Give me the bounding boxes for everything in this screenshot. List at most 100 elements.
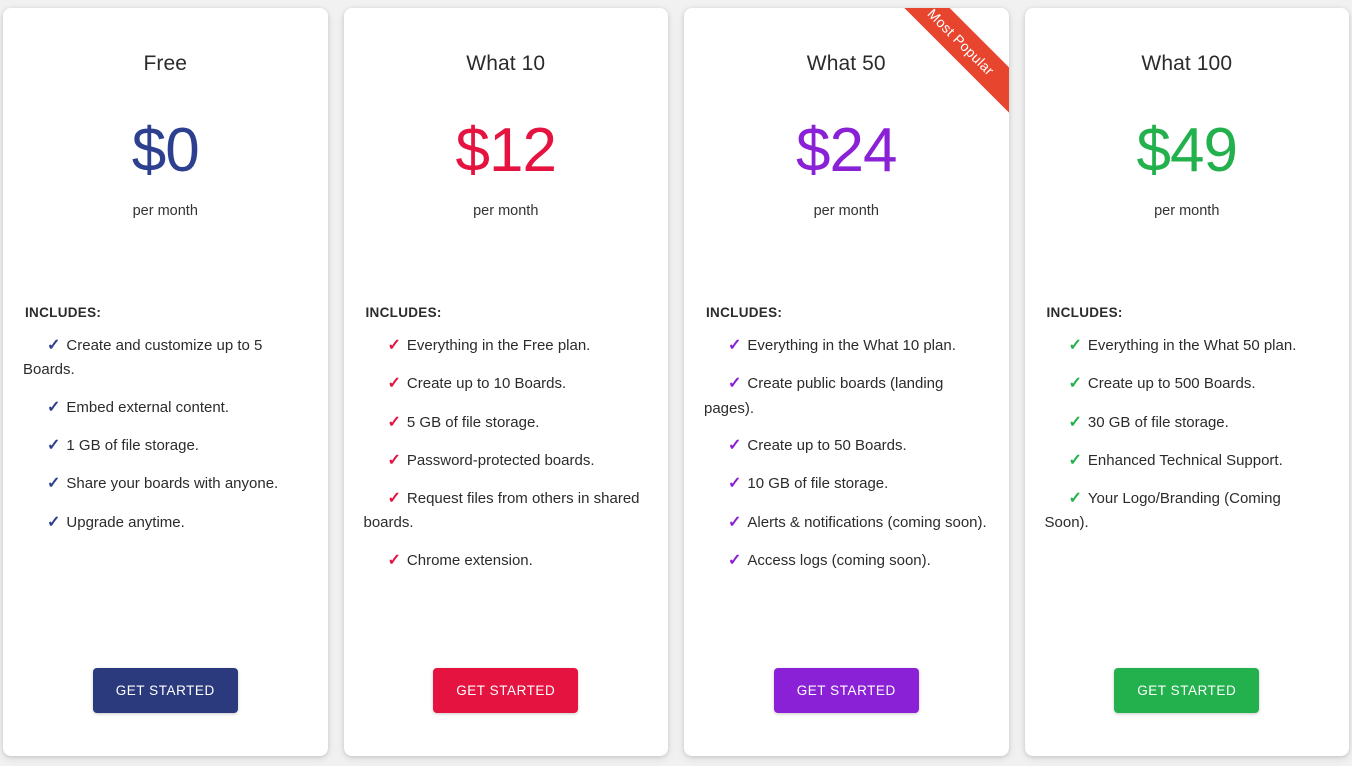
feature-text: 1 GB of file storage. [66,437,199,455]
feature-item: ✓ Access logs (coming soon). [704,548,989,573]
includes-label: INCLUDES: [1046,305,1123,320]
feature-item: ✓ 30 GB of file storage. [1045,410,1330,435]
feature-text: Create up to 10 Boards. [406,375,567,393]
feature-item: ✓ Password-protected boards. [364,448,649,473]
check-icon: ✓ [387,490,401,508]
includes-block: INCLUDES: ✓ Everything in the Free plan. ✓ C… [364,305,649,573]
check-icon: ✓ [47,475,61,493]
check-icon: ✓ [728,437,742,455]
plan-header: What 10 $12 per month [364,8,649,219]
get-started-button[interactable]: GET STARTED [92,668,238,713]
feature-item: ✓ Chrome extension. [364,548,649,573]
pricing-card: What 10 $12 per month INCLUDES: ✓ Everything … [343,8,668,756]
feature-text: 30 GB of file storage. [1087,413,1229,431]
feature-item: ✓ Everything in the Free plan. [364,333,649,358]
plan-name: What 50 [806,52,886,75]
plan-header: What 100 $49 per month [1045,8,1330,219]
get-started-button[interactable]: GET STARTED [1114,668,1260,713]
feature-text: Enhanced Technical Support. [1087,451,1283,469]
plan-billing-period: per month [813,203,879,219]
feature-item: ✓ Enhanced Technical Support. [1045,448,1330,473]
get-started-button[interactable]: GET STARTED [773,668,919,713]
check-icon: ✓ [1068,451,1082,469]
pricing-plans-grid: Free $0 per month INCLUDES: ✓ Create and cust… [0,0,1352,766]
check-icon: ✓ [728,475,742,493]
includes-label: INCLUDES: [365,305,442,320]
cta-container: GET STARTED [1045,668,1330,756]
includes-label: INCLUDES: [706,305,783,320]
check-icon: ✓ [1068,337,1082,354]
plan-price: $49 [1136,116,1238,185]
feature-text: Alerts & notifications (coming soon). [747,513,987,531]
feature-item: ✓ Your Logo/Branding (Coming Soon). [1045,486,1330,535]
check-icon: ✓ [387,337,401,354]
feature-item: ✓ Alerts & notifications (coming soon). [704,510,989,535]
feature-item: ✓ 10 GB of file storage. [704,471,989,496]
check-icon: ✓ [728,337,742,354]
feature-item: ✓ Share your boards with anyone. [23,471,308,496]
feature-list: ✓ Everything in the What 10 plan. ✓ Create … [704,333,989,573]
check-icon: ✓ [387,552,401,570]
plan-name: What 10 [466,52,546,75]
cta-container: GET STARTED [364,668,649,756]
plan-billing-period: per month [473,203,539,219]
plan-price: $24 [796,116,897,185]
feature-text: Everything in the What 10 plan. [747,337,956,354]
feature-item: ✓ Upgrade anytime. [23,510,308,535]
feature-text: Chrome extension. [406,552,533,570]
feature-item: ✓ Create up to 50 Boards. [704,433,989,458]
feature-text: Request files from others in shared boar… [363,490,640,532]
cta-container: GET STARTED [23,668,308,756]
feature-text: Upgrade anytime. [66,513,185,531]
pricing-card: Free $0 per month INCLUDES: ✓ Create and cust… [3,8,328,756]
cta-container: GET STARTED [704,668,989,756]
includes-block: INCLUDES: ✓ Everything in the What 10 plan… [704,305,989,573]
plan-name: What 100 [1141,52,1233,75]
feature-text: Everything in the Free plan. [406,337,591,354]
feature-text: 5 GB of file storage. [406,413,540,431]
feature-item: ✓ 1 GB of file storage. [23,433,308,458]
get-started-button[interactable]: GET STARTED [433,668,579,713]
check-icon: ✓ [728,513,742,531]
check-icon: ✓ [47,337,61,354]
check-icon: ✓ [47,437,61,455]
check-icon: ✓ [728,552,742,570]
pricing-card: Most Popular What 50 $24 per month INCLUDES:… [684,8,1009,756]
pricing-card: What 100 $49 per month INCLUDES: ✓ Everything… [1024,8,1349,756]
check-icon: ✓ [1068,375,1082,393]
plan-price: $12 [455,116,557,185]
feature-item: ✓ Create up to 500 Boards. [1045,371,1330,396]
feature-list: ✓ Everything in the Free plan. ✓ Create up … [364,333,649,573]
check-icon: ✓ [387,375,401,393]
plan-header: Free $0 per month [23,8,308,219]
feature-list: ✓ Create and customize up to 5 Boards. ✓ Em… [23,333,308,535]
feature-item: ✓ Create up to 10 Boards. [364,371,649,396]
feature-text: Password-protected boards. [406,451,595,469]
check-icon: ✓ [1068,413,1082,431]
feature-item: ✓ Embed external content. [23,395,308,420]
check-icon: ✓ [1068,490,1082,508]
feature-text: Access logs (coming soon). [747,552,931,570]
feature-text: Create up to 50 Boards. [747,437,907,455]
feature-list: ✓ Everything in the What 50 plan. ✓ Create … [1045,333,1330,535]
feature-text: Share your boards with anyone. [66,475,279,493]
check-icon: ✓ [47,398,61,416]
feature-item: ✓ Create and customize up to 5 Boards. [23,333,308,382]
feature-item: ✓ Everything in the What 50 plan. [1045,333,1330,358]
feature-text: 10 GB of file storage. [747,475,889,493]
includes-block: INCLUDES: ✓ Create and customize up to 5 B… [23,305,308,535]
feature-text: Embed external content. [66,398,230,416]
plan-billing-period: per month [1154,203,1220,219]
includes-block: INCLUDES: ✓ Everything in the What 50 plan… [1045,305,1330,535]
feature-text: Create up to 500 Boards. [1087,375,1256,393]
feature-item: ✓ Request files from others in shared boa… [364,486,649,535]
feature-item: ✓ 5 GB of file storage. [364,410,649,435]
check-icon: ✓ [387,413,401,431]
plan-price: $0 [131,116,200,185]
plan-header: What 50 $24 per month [704,8,989,219]
check-icon: ✓ [387,451,401,469]
plan-name: Free [143,52,188,75]
check-icon: ✓ [728,375,742,393]
feature-item: ✓ Everything in the What 10 plan. [704,333,989,358]
feature-text: Everything in the What 50 plan. [1087,337,1297,354]
